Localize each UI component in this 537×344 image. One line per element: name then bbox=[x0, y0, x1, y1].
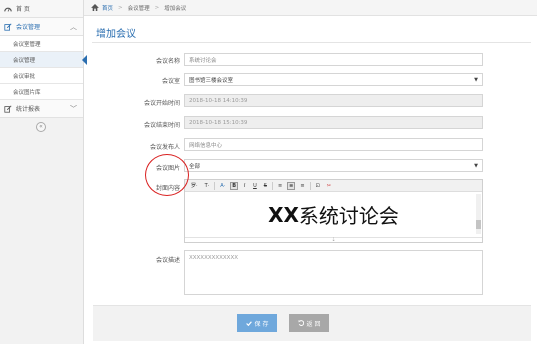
breadcrumb-home[interactable]: 首页 bbox=[102, 4, 113, 12]
italic-button[interactable]: I bbox=[241, 182, 248, 190]
sponsor-label: 会议发布人 bbox=[149, 144, 180, 151]
meeting-image-select[interactable]: 全部 ▼ bbox=[184, 159, 483, 172]
bold-button[interactable]: B bbox=[230, 181, 239, 190]
start-time-field[interactable]: 2018-10-18 14:10:39 bbox=[184, 94, 483, 107]
sidebar-group-reports[interactable]: 统计报表 ﹀ bbox=[0, 100, 83, 118]
sidebar-item-meeting-approve[interactable]: 会议审批 bbox=[0, 68, 83, 84]
toolbar-divider bbox=[309, 181, 311, 190]
breadcrumb-current: 增加会议 bbox=[164, 5, 187, 12]
edit-icon bbox=[4, 22, 12, 31]
meeting-image-value: 全部 bbox=[189, 163, 201, 170]
form-actions: 保 存 返 回 bbox=[93, 305, 531, 341]
meeting-room-select[interactable]: 图书馆三楼会议室 ▼ bbox=[184, 73, 483, 86]
meeting-room-label: 会议室 bbox=[161, 78, 180, 85]
sidebar-group-meeting[interactable]: 会议管理 ︿ bbox=[0, 18, 83, 36]
caret-down-icon: ▼ bbox=[474, 76, 478, 83]
back-button-label: 返 回 bbox=[306, 320, 321, 328]
title-divider bbox=[92, 42, 531, 43]
dashboard-icon bbox=[4, 7, 12, 12]
breadcrumb-separator: > bbox=[118, 4, 123, 11]
toolbar-divider bbox=[271, 181, 273, 190]
image-insert-button[interactable]: ⊡ bbox=[314, 182, 322, 190]
end-time-field[interactable]: 2018-10-18 15:10:39 bbox=[184, 116, 483, 129]
underline-button[interactable]: U bbox=[251, 182, 259, 190]
editor-resize-handle[interactable]: ⇣ bbox=[185, 237, 482, 243]
sponsor-input[interactable]: 网络信息中心 bbox=[184, 138, 483, 151]
sidebar-item-label: 会议室管理 bbox=[13, 41, 41, 48]
check-icon bbox=[245, 320, 252, 326]
meeting-name-label: 会议名称 bbox=[155, 58, 180, 65]
sidebar-group-label: 统计报表 bbox=[16, 106, 41, 113]
editor-scrollbar[interactable] bbox=[476, 194, 481, 234]
home-icon bbox=[91, 4, 99, 11]
align-center-button[interactable]: ≡ bbox=[287, 181, 296, 190]
cover-rich-editor[interactable]: 罗· T· A· B I U S ≡ ≡ ≡ ⊡ ✂ XX 系统讨论会 ⇣ bbox=[184, 179, 483, 243]
description-label: 会议描述 bbox=[155, 257, 180, 264]
sponsor-value: 网络信息中心 bbox=[189, 142, 223, 149]
sidebar-item-label: 会议图片库 bbox=[13, 89, 41, 96]
page-title: 增加会议 bbox=[96, 29, 136, 40]
editor-content[interactable]: XX 系统讨论会 bbox=[185, 192, 482, 237]
breadcrumb: 首页 > 会议管理 > 增加会议 bbox=[84, 0, 537, 16]
save-button-label: 保 存 bbox=[254, 320, 269, 328]
save-button[interactable]: 保 存 bbox=[237, 314, 277, 332]
meeting-room-value: 图书馆三楼会议室 bbox=[189, 77, 234, 84]
editor-content-bold: XX bbox=[268, 202, 299, 227]
sidebar: 首 页 会议管理 ︿ 会议室管理 会议管理 会议审批 会议图片库 统计报表 ﹀ … bbox=[0, 0, 87, 344]
editor-content-text: 系统讨论会 bbox=[298, 204, 399, 228]
toolbar-divider bbox=[214, 181, 216, 190]
chevron-down-icon: ﹀ bbox=[70, 104, 77, 113]
sidebar-item-image-library[interactable]: 会议图片库 bbox=[0, 84, 83, 100]
highlight-circle bbox=[145, 154, 189, 196]
sidebar-home[interactable]: 首 页 bbox=[0, 0, 83, 18]
sidebar-item-label: 会议管理 bbox=[13, 57, 36, 64]
description-placeholder: XXXXXXXXXXXXX bbox=[189, 255, 238, 261]
meeting-name-placeholder: 系统讨论会 bbox=[189, 57, 217, 64]
start-time-label: 会议开始时间 bbox=[143, 100, 180, 107]
collapse-left-icon[interactable]: « bbox=[36, 122, 46, 132]
font-size-button[interactable]: T· bbox=[203, 182, 212, 190]
strikethrough-button[interactable]: S bbox=[262, 182, 269, 190]
breadcrumb-separator: > bbox=[154, 4, 160, 11]
sidebar-home-label: 首 页 bbox=[16, 6, 30, 13]
font-family-button[interactable]: 罗· bbox=[189, 182, 200, 190]
description-textarea[interactable]: XXXXXXXXXXXXX bbox=[184, 250, 483, 295]
chevron-up-icon: ︿ bbox=[70, 22, 77, 31]
breadcrumb-parent[interactable]: 会议管理 bbox=[128, 4, 150, 12]
sidebar-group-label: 会议管理 bbox=[16, 24, 41, 31]
editor-toolbar: 罗· T· A· B I U S ≡ ≡ ≡ ⊡ ✂ bbox=[185, 180, 482, 192]
sidebar-item-label: 会议审批 bbox=[13, 73, 36, 80]
sidebar-item-room-manage[interactable]: 会议室管理 bbox=[0, 36, 83, 52]
undo-icon bbox=[298, 320, 304, 326]
end-time-label: 会议结束时间 bbox=[143, 122, 180, 129]
clear-format-button[interactable]: ✂ bbox=[325, 182, 333, 190]
end-time-value: 2018-10-18 15:10:39 bbox=[189, 119, 248, 126]
font-color-button[interactable]: A· bbox=[218, 182, 227, 190]
meeting-name-input[interactable]: 系统讨论会 bbox=[184, 53, 483, 66]
back-button[interactable]: 返 回 bbox=[289, 314, 329, 332]
sidebar-item-meeting-manage[interactable]: 会议管理 bbox=[0, 52, 87, 68]
align-right-button[interactable]: ≡ bbox=[298, 182, 306, 190]
align-left-button[interactable]: ≡ bbox=[276, 182, 284, 190]
start-time-value: 2018-10-18 14:10:39 bbox=[189, 97, 248, 104]
chart-icon bbox=[4, 104, 12, 113]
caret-down-icon: ▼ bbox=[474, 162, 478, 169]
